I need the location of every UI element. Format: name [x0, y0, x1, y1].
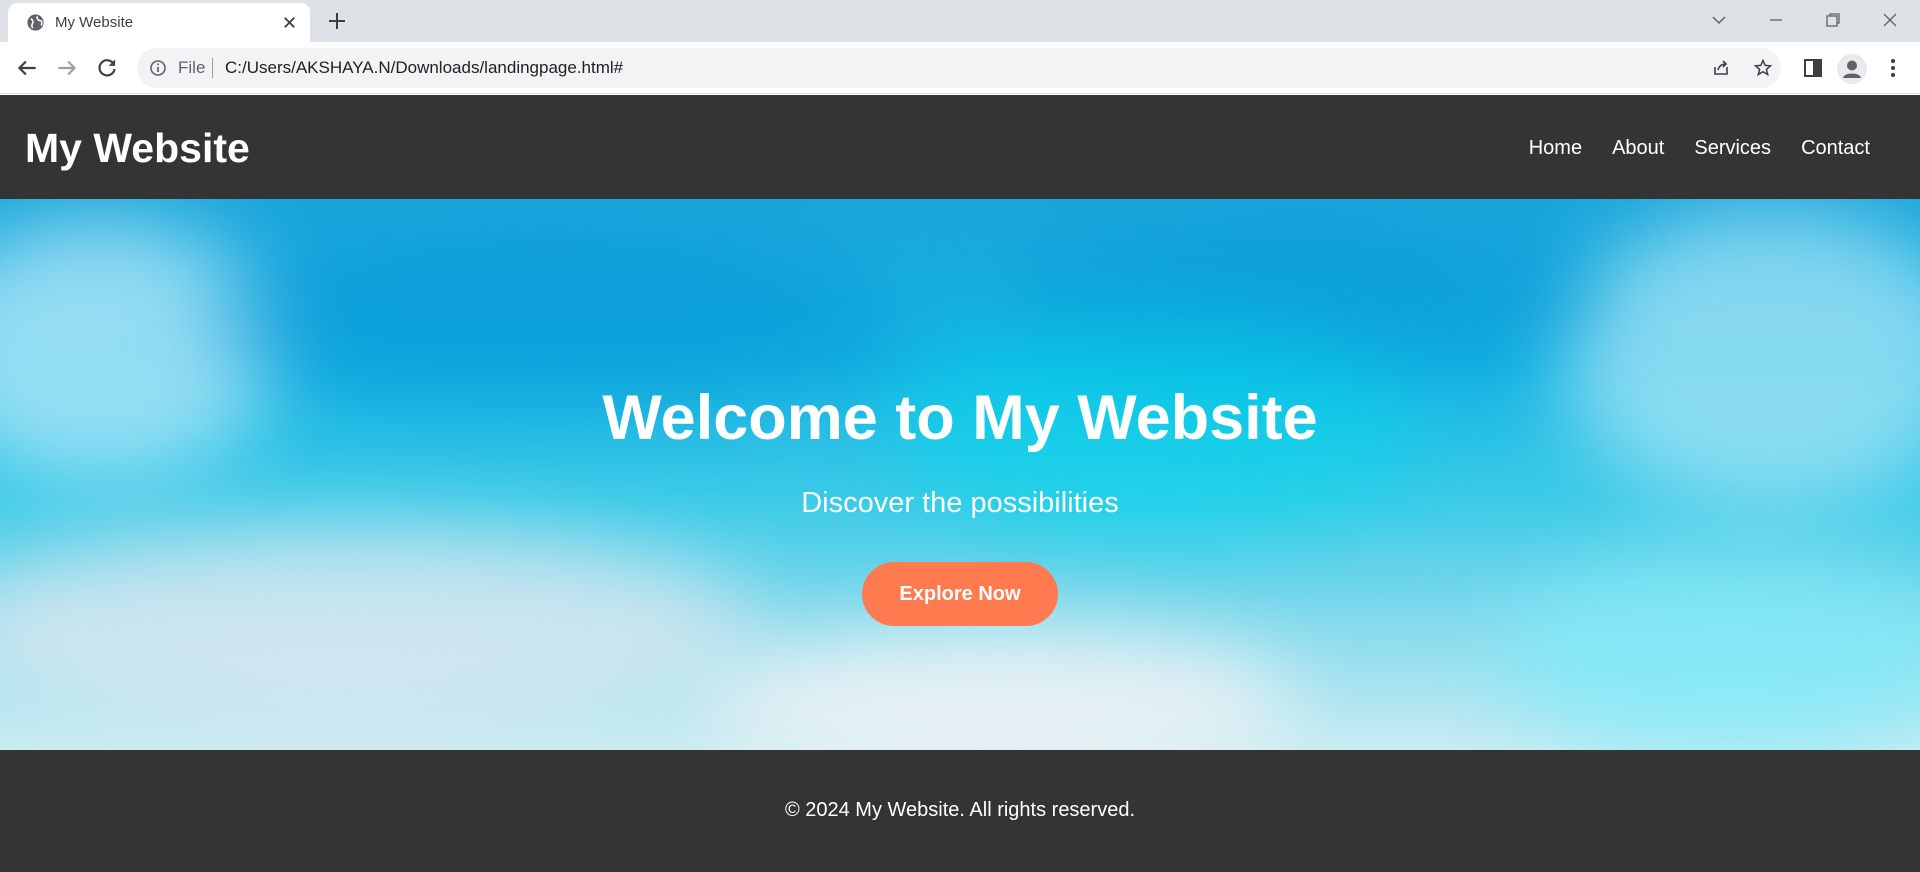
- profile-icon: [1843, 60, 1861, 78]
- reload-icon[interactable]: [94, 55, 120, 81]
- restore-icon[interactable]: [1821, 8, 1845, 32]
- share-icon[interactable]: [1711, 58, 1731, 78]
- site-logo[interactable]: My Website: [25, 125, 250, 171]
- nav-link-contact[interactable]: Contact: [1801, 137, 1870, 159]
- omnibox-divider: [212, 58, 213, 78]
- explore-now-button[interactable]: Explore Now: [862, 562, 1058, 626]
- info-icon[interactable]: [149, 59, 167, 77]
- tab-title: My Website: [55, 14, 134, 31]
- site-nav: Home About Services Contact: [1529, 137, 1870, 159]
- hero-content: Welcome to My Website Discover the possi…: [0, 199, 1920, 750]
- browser-tab-strip: My Website: [0, 0, 1920, 42]
- profile-avatar[interactable]: [1837, 54, 1867, 84]
- url-text[interactable]: C:/Users/AKSHAYA.N/Downloads/landingpage…: [225, 59, 623, 77]
- site-footer: © 2024 My Website. All rights reserved.: [0, 750, 1920, 872]
- star-icon[interactable]: [1753, 58, 1773, 78]
- hero-title: Welcome to My Website: [602, 383, 1318, 453]
- nav-link-home[interactable]: Home: [1529, 137, 1582, 159]
- window-close-icon[interactable]: [1878, 8, 1902, 32]
- minimize-icon[interactable]: [1764, 8, 1788, 32]
- plus-icon[interactable]: [326, 10, 348, 32]
- hero-subtitle: Discover the possibilities: [801, 487, 1119, 519]
- footer-copyright: © 2024 My Website. All rights reserved.: [784, 799, 1136, 821]
- nav-link-about[interactable]: About: [1612, 137, 1664, 159]
- chevron-down-icon[interactable]: [1707, 8, 1731, 32]
- forward-icon[interactable]: [54, 55, 80, 81]
- nav-link-services[interactable]: Services: [1694, 137, 1771, 159]
- address-bar[interactable]: File C:/Users/AKSHAYA.N/Downloads/landin…: [137, 48, 1781, 88]
- menu-icon[interactable]: [1880, 55, 1906, 81]
- site-header: My Website Home About Services Contact: [0, 95, 1920, 199]
- browser-tab[interactable]: My Website: [8, 3, 310, 42]
- hero-section: Welcome to My Website Discover the possi…: [0, 199, 1920, 750]
- browser-toolbar: File C:/Users/AKSHAYA.N/Downloads/landin…: [0, 42, 1920, 94]
- globe-icon: [27, 14, 44, 31]
- url-scheme: File: [178, 58, 206, 77]
- close-icon[interactable]: [280, 13, 299, 32]
- side-panel-icon[interactable]: [1800, 55, 1826, 81]
- back-icon[interactable]: [14, 55, 40, 81]
